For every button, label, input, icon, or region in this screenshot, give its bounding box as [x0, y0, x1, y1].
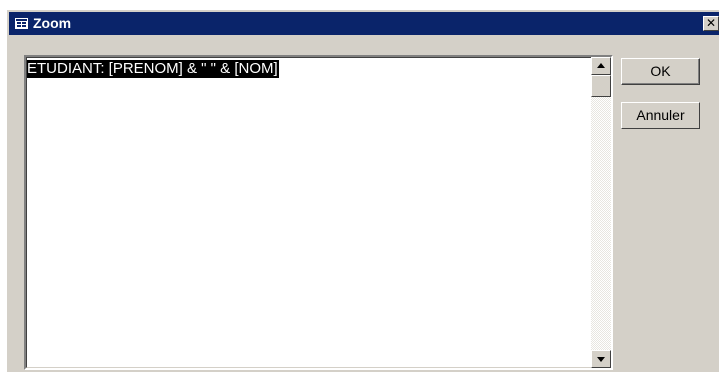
zoom-dialog: Zoom ✕ ETUDIANT: [PRENOM] & " " & [NOM] …	[6, 9, 719, 372]
window-title: Zoom	[33, 15, 72, 31]
ok-button[interactable]: OK	[621, 58, 700, 85]
zoom-text-area[interactable]: ETUDIANT: [PRENOM] & " " & [NOM]	[24, 55, 613, 370]
arrow-up-icon	[597, 63, 605, 68]
form-icon	[15, 18, 28, 29]
cancel-button[interactable]: Annuler	[621, 102, 700, 129]
close-icon: ✕	[705, 16, 717, 30]
text-area-inner	[26, 57, 611, 368]
selected-text[interactable]: ETUDIANT: [PRENOM] & " " & [NOM]	[27, 60, 279, 78]
arrow-down-icon	[597, 357, 605, 362]
scroll-up-button[interactable]	[591, 57, 611, 75]
scroll-thumb[interactable]	[591, 75, 611, 97]
vertical-scrollbar[interactable]	[591, 57, 611, 368]
close-button[interactable]: ✕	[703, 16, 719, 31]
expression-text[interactable]: ETUDIANT: [PRENOM] & " " & [NOM]	[27, 60, 279, 78]
title-bar[interactable]: Zoom ✕	[9, 12, 719, 35]
scroll-down-button[interactable]	[591, 350, 611, 368]
